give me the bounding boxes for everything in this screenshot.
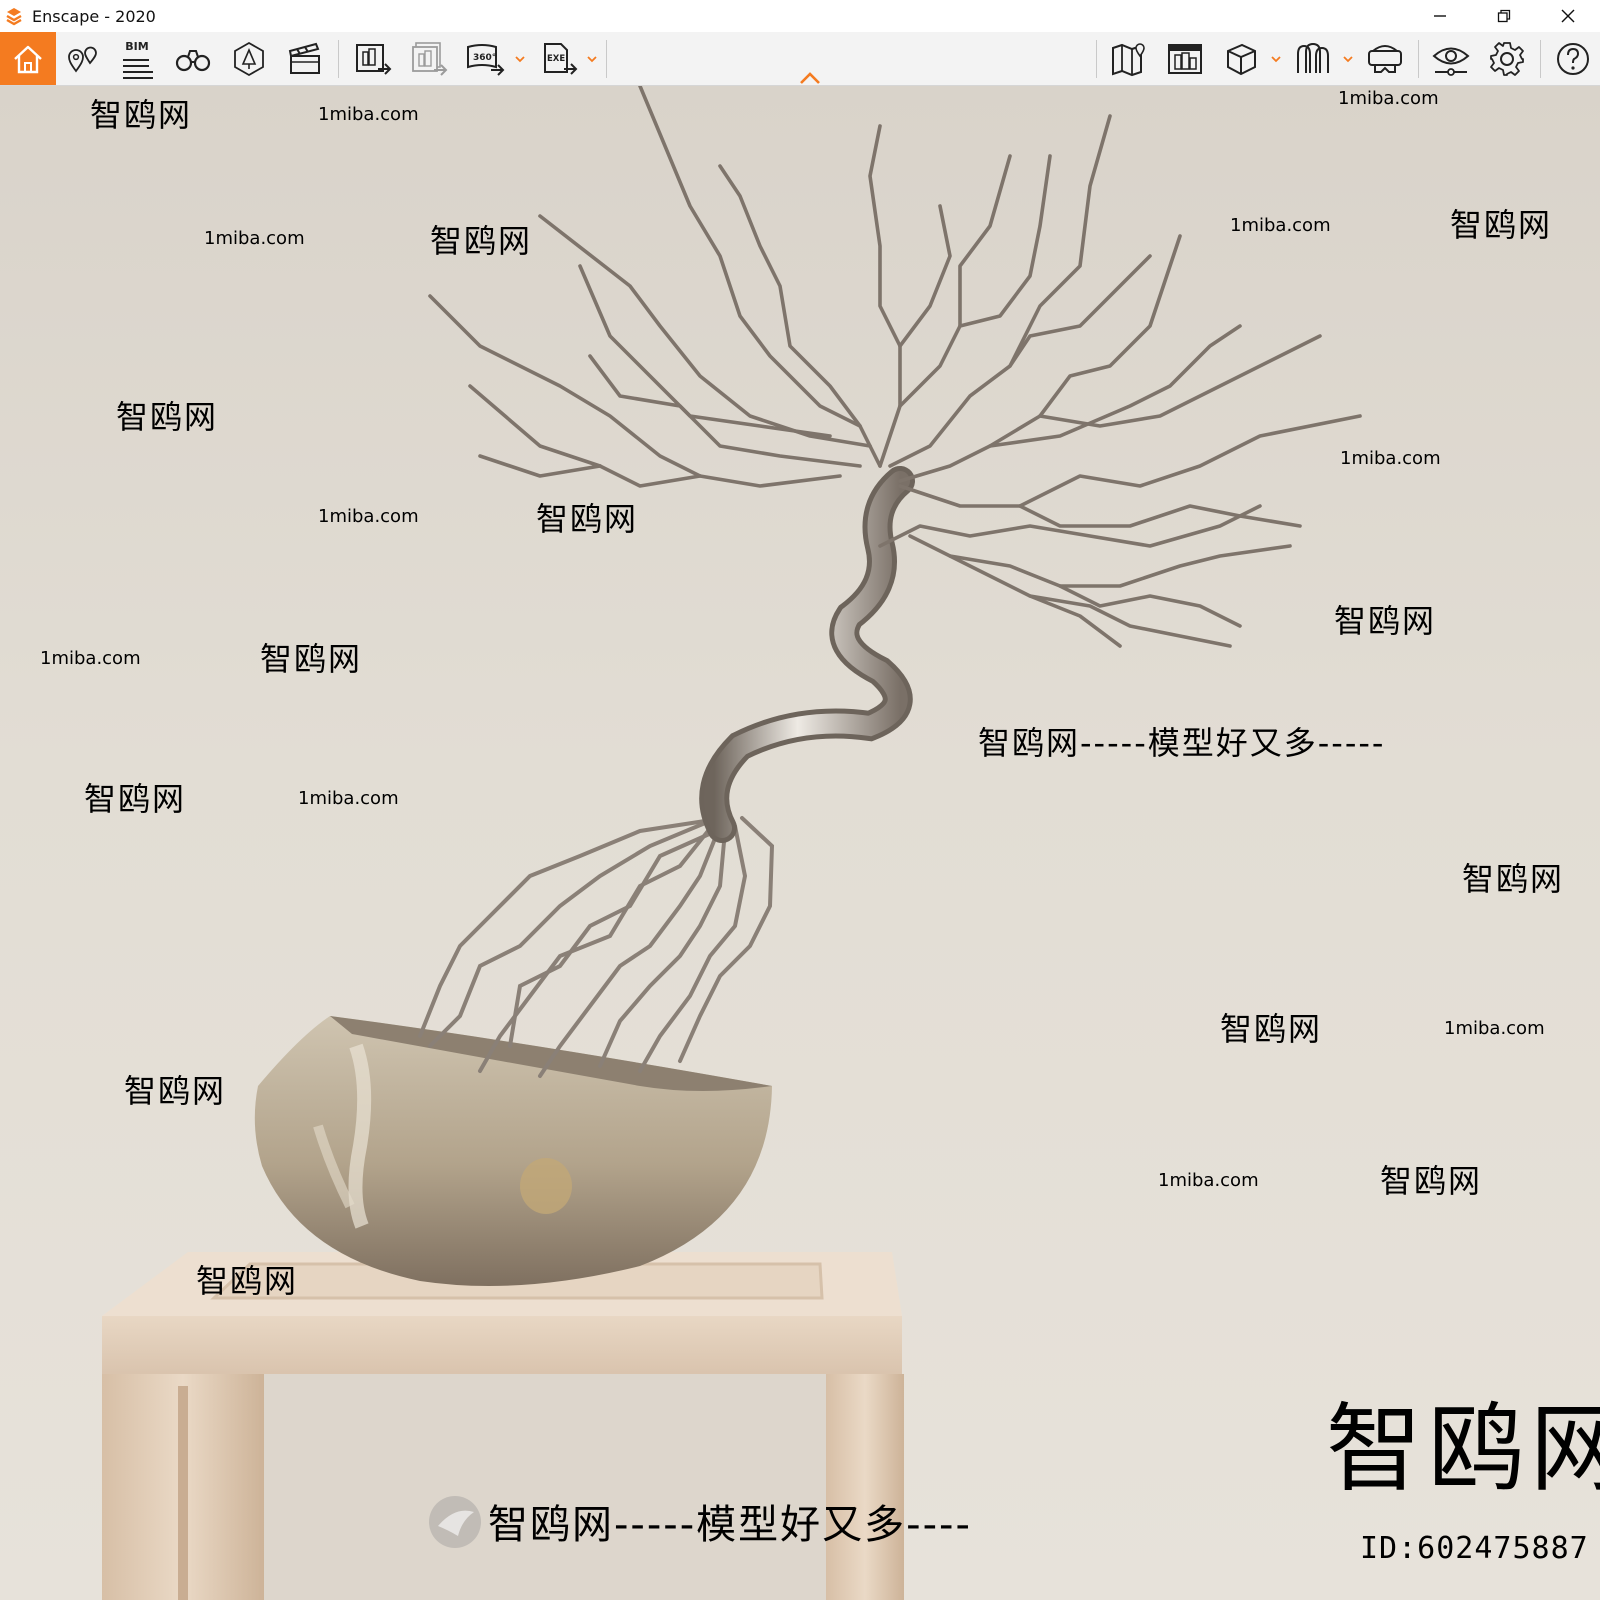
help-icon: [1557, 42, 1589, 75]
title-bar: Enscape - 2020: [0, 0, 1600, 32]
light-view-icon: [234, 41, 264, 76]
watermark-bird-logo: [429, 1496, 481, 1548]
light-view-button[interactable]: [226, 32, 272, 85]
views-button[interactable]: [62, 32, 104, 85]
vr-headset-icon: [1368, 44, 1402, 73]
watermark-site: 1miba.com: [40, 648, 141, 669]
watermark-id: ID:602475887: [1360, 1531, 1589, 1566]
map-button[interactable]: [1106, 32, 1152, 85]
walk-mode-button[interactable]: [170, 32, 216, 85]
watermark-slogan: 智鸥网-----模型好又多-----: [978, 724, 1385, 762]
binoculars-icon: [175, 49, 211, 71]
render-viewport[interactable]: 智鸥网 1miba.com 1miba.com 1miba.com 智鸥网 1m…: [0, 86, 1600, 1600]
minimize-icon: [1434, 15, 1446, 17]
watermark-cn: 智鸥网: [1334, 602, 1436, 640]
watermark-cn: 智鸥网: [536, 500, 638, 538]
close-icon: [1561, 9, 1575, 23]
help-button[interactable]: [1550, 32, 1596, 85]
restore-button[interactable]: [1472, 0, 1536, 32]
chevron-down-icon: [587, 55, 597, 62]
watermark-site: 1miba.com: [204, 228, 305, 249]
watermark-site: 1miba.com: [1340, 448, 1441, 469]
watermark-cn: 智鸥网: [1450, 206, 1552, 244]
toolbar-separator: [606, 40, 607, 78]
bim-button[interactable]: BIM: [114, 32, 160, 85]
watermark-cn: 智鸥网: [84, 780, 186, 818]
watermark-cn: 智鸥网: [124, 1072, 226, 1110]
toolbar-separator: [338, 40, 339, 78]
collapse-toolbar-button[interactable]: [798, 70, 822, 86]
panorama-button[interactable]: 360°: [462, 32, 508, 85]
bonsai-trunk: [699, 466, 915, 843]
gear-icon: [1490, 41, 1524, 76]
panorama-label: 360°: [473, 53, 496, 63]
watermark-cn: 智鸥网: [1462, 860, 1564, 898]
watermark-cn: 智鸥网: [1220, 1010, 1322, 1048]
location-pin-icon: [68, 46, 97, 73]
cube-dropdown-button[interactable]: [1270, 32, 1282, 85]
settings-button[interactable]: [1484, 32, 1530, 85]
toolbar-separator: [1540, 40, 1541, 78]
watermark-cn: 智鸥网: [1380, 1162, 1482, 1200]
export-exe-icon: EXE: [544, 42, 578, 75]
asset-library-icon: [1168, 43, 1202, 74]
watermark-cn: 智鸥网: [116, 398, 218, 436]
export-exe-button[interactable]: EXE: [536, 32, 582, 85]
batch-render-icon: [412, 41, 448, 76]
panorama-360-icon: 360°: [467, 43, 505, 76]
watermark-site: 1miba.com: [1230, 215, 1331, 236]
material-icon: [1297, 42, 1329, 73]
chevron-down-icon: [1271, 55, 1281, 62]
render-image-icon: [356, 43, 392, 75]
asset-library-button[interactable]: [1162, 32, 1208, 85]
panorama-dropdown-button[interactable]: [514, 32, 526, 85]
visual-settings-button[interactable]: [1428, 32, 1474, 85]
watermark-site: 1miba.com: [1158, 1170, 1259, 1191]
watermark-cn: 智鸥网: [260, 640, 362, 678]
watermark-site: 1miba.com: [318, 104, 419, 125]
cube-icon: [1227, 43, 1256, 75]
enscape-logo-icon: [6, 8, 22, 26]
cube-button[interactable]: [1218, 32, 1264, 85]
restore-icon: [1497, 9, 1511, 23]
toolbar-separator: [1096, 40, 1097, 78]
chevron-down-icon: [515, 55, 525, 62]
bonsai-scene: 智鸥网 1miba.com 1miba.com 1miba.com 智鸥网 1m…: [40, 86, 1600, 1600]
close-button[interactable]: [1536, 0, 1600, 32]
ceramic-bowl: [254, 1016, 773, 1286]
toolbar-separator: [1418, 40, 1419, 78]
clapperboard-icon: [288, 42, 320, 74]
watermark-cn: 智鸥网: [430, 222, 532, 260]
watermark-site: 1miba.com: [1444, 1018, 1545, 1039]
watermark-site: 1miba.com: [1338, 88, 1439, 109]
material-dropdown-button[interactable]: [1342, 32, 1354, 85]
map-icon: [1112, 42, 1145, 76]
bim-label: BIM: [125, 40, 149, 53]
home-icon: [14, 45, 42, 73]
minimize-button[interactable]: [1408, 0, 1472, 32]
watermark-slogan: 智鸥网-----模型好又多----: [488, 1502, 972, 1548]
exe-label: EXE: [547, 54, 565, 64]
video-editor-button[interactable]: [282, 32, 328, 85]
chevron-down-icon: [1343, 55, 1353, 62]
export-dropdown-button[interactable]: [586, 32, 598, 85]
watermark-site: 1miba.com: [298, 788, 399, 809]
watermark-site: 1miba.com: [318, 506, 419, 527]
render-image-button[interactable]: [350, 32, 396, 85]
window-title: Enscape - 2020: [32, 6, 156, 26]
vr-headset-button[interactable]: [1362, 32, 1408, 85]
watermark-cn: 智鸥网: [90, 96, 192, 134]
batch-render-button[interactable]: [406, 32, 452, 85]
material-button[interactable]: [1290, 32, 1336, 85]
watermark-big-logo: 智鸥网: [1326, 1393, 1600, 1505]
home-button[interactable]: [0, 32, 56, 85]
watermark-cn: 智鸥网: [196, 1262, 298, 1300]
eye-settings-icon: [1432, 47, 1470, 76]
